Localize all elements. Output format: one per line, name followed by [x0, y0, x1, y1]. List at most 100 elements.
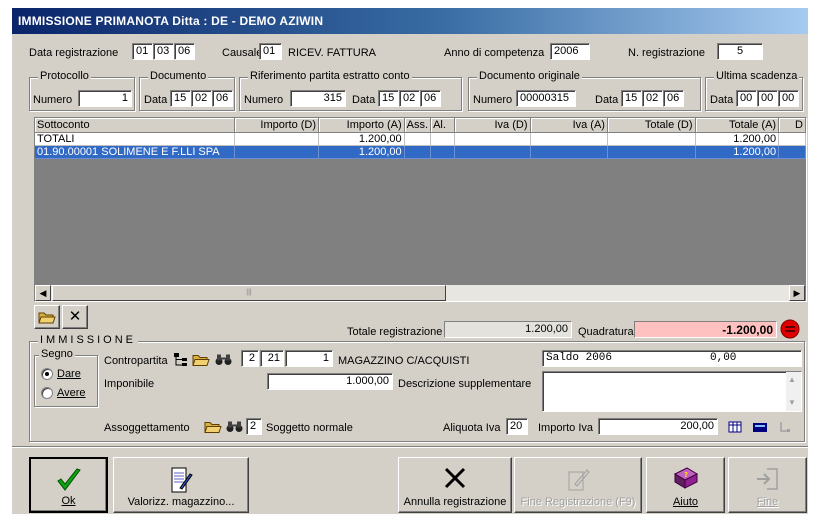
riferimento-group: Riferimento partita estratto conto Numer… [239, 70, 462, 111]
imponibile-field[interactable]: 1.000,00 [267, 373, 393, 390]
grid-column-header[interactable]: Ass. [404, 118, 432, 133]
grid-column-header[interactable]: Al. [430, 118, 455, 133]
originale-day-field[interactable]: 15 [621, 90, 642, 107]
grid-column-header[interactable]: Totale (D) [607, 118, 696, 133]
riferimento-month-field[interactable]: 02 [399, 90, 420, 107]
scroll-left-button[interactable]: ◀ [35, 285, 51, 301]
registration-grid[interactable]: Sottoconto Importo (D) Importo (A) Ass. Al. I… [34, 117, 807, 302]
ok-button[interactable]: Ok [29, 457, 108, 513]
grid-column-header[interactable]: Importo (A) [318, 118, 405, 133]
table-cell[interactable]: 1.200,00 [695, 132, 780, 146]
checkmark-icon [56, 468, 81, 491]
table-cell[interactable] [234, 132, 320, 146]
table-cell[interactable]: 1.200,00 [695, 145, 780, 159]
contropartita-binoculars-icon[interactable] [215, 352, 232, 367]
annulla-registrazione-button[interactable]: Annulla registrazione [398, 457, 512, 513]
table-cell[interactable] [530, 132, 608, 146]
table-cell[interactable] [778, 132, 806, 146]
riferimento-numero-field[interactable]: 315 [290, 90, 346, 107]
data-reg-year-field[interactable]: 06 [174, 43, 195, 60]
originale-year-field[interactable]: 06 [663, 90, 684, 107]
originale-numero-field[interactable]: 00000315 [516, 90, 576, 107]
anno-competenza-field[interactable]: 2006 [550, 43, 590, 60]
contropartita-description: MAGAZZINO C/ACQUISTI [338, 355, 470, 367]
table-cell[interactable] [454, 145, 531, 159]
tree-icon[interactable] [173, 352, 189, 368]
grid-column-header[interactable]: Iva (A) [530, 118, 608, 133]
dare-radio[interactable] [41, 368, 53, 380]
table-cell[interactable] [607, 132, 696, 146]
table-row[interactable]: 01.90.00001 SOLIMENE E F.LLI SPA 1.200,00… [35, 145, 806, 159]
scadenza-year-field[interactable]: 00 [778, 90, 799, 107]
grid-column-header[interactable]: Sottoconto [35, 118, 236, 133]
table-cell[interactable] [234, 145, 320, 159]
table-cell[interactable]: 1.200,00 [318, 132, 405, 146]
table-cell[interactable] [778, 145, 806, 159]
calculator-icon[interactable] [752, 421, 768, 433]
documento-year-field[interactable]: 06 [212, 90, 233, 107]
descrizione-supplementare-textarea[interactable]: ▲ ▼ [542, 371, 802, 412]
table-cell[interactable]: 1.200,00 [318, 145, 405, 159]
table-cell[interactable] [530, 145, 608, 159]
data-reg-month-field[interactable]: 03 [153, 43, 174, 60]
title-bar[interactable]: IMMISSIONE PRIMANOTA Ditta : DE - DEMO A… [12, 8, 808, 34]
grid-column-header[interactable]: D [778, 118, 806, 133]
documento-month-field[interactable]: 02 [191, 90, 212, 107]
saldo-value: 0,00 [710, 352, 737, 364]
causale-description: RICEV. FATTURA [288, 47, 377, 59]
documento-title: Documento [148, 70, 209, 82]
causale-code-field[interactable]: 01 [259, 43, 282, 60]
n-registrazione-field[interactable]: 5 [717, 43, 763, 60]
table-cell[interactable]: TOTALI [35, 132, 236, 146]
contropartita-sottoconto-field[interactable]: 1 [285, 350, 333, 367]
table-cell[interactable] [430, 132, 455, 146]
valorizz-magazzino-button[interactable]: Valorizz. magazzino... [113, 457, 249, 513]
originale-month-field[interactable]: 02 [642, 90, 663, 107]
grid-column-header[interactable]: Totale (A) [695, 118, 780, 133]
fine-button[interactable]: Fine [728, 457, 807, 513]
contropartita-folder-icon[interactable] [192, 352, 210, 367]
anno-competenza-label: Anno di competenza [444, 47, 545, 59]
dare-label[interactable]: Dare [57, 368, 81, 380]
riferimento-day-field[interactable]: 15 [378, 90, 399, 107]
grid-column-header[interactable]: Iva (D) [454, 118, 531, 133]
scadenza-month-field[interactable]: 00 [757, 90, 778, 107]
contropartita-mastro-field[interactable]: 2 [241, 350, 259, 367]
grid-table[interactable]: Sottoconto Importo (D) Importo (A) Ass. Al. I… [35, 118, 806, 159]
table-cell[interactable]: 01.90.00001 SOLIMENE E F.LLI SPA [35, 145, 236, 159]
contropartita-conto-field[interactable]: 21 [260, 350, 284, 367]
totale-registrazione-field: 1.200,00 [444, 321, 572, 338]
grid-column-header[interactable]: Importo (D) [234, 118, 320, 133]
documento-originale-group: Documento originale Numero 00000315 Data… [468, 70, 701, 111]
table-cell[interactable] [430, 145, 455, 159]
documento-day-field[interactable]: 15 [170, 90, 191, 107]
aiuto-button[interactable]: ? Aiuto [646, 457, 725, 513]
scroll-right-button[interactable]: ▶ [789, 285, 805, 301]
scadenza-day-field[interactable]: 00 [736, 90, 757, 107]
importo-iva-field[interactable]: 200,00 [598, 418, 718, 435]
table-cell[interactable] [454, 132, 531, 146]
open-folder-button[interactable] [34, 305, 60, 329]
scadenza-data-label: Data [710, 94, 734, 106]
avere-label[interactable]: Avere [57, 387, 86, 399]
table-row[interactable]: TOTALI 1.200,00 1.200,00 [35, 132, 806, 146]
assoggettamento-folder-icon[interactable] [204, 419, 222, 434]
data-reg-day-field[interactable]: 01 [132, 43, 153, 60]
table-cell[interactable] [607, 145, 696, 159]
scroll-down-icon[interactable]: ▼ [788, 398, 796, 407]
descrizione-vertical-scrollbar[interactable]: ▲ ▼ [786, 372, 801, 411]
assoggettamento-code-field[interactable]: 2 [246, 418, 262, 435]
scroll-up-icon[interactable]: ▲ [788, 375, 796, 384]
scroll-thumb[interactable]: ||| [52, 285, 446, 301]
table-cell[interactable] [404, 132, 432, 146]
riferimento-year-field[interactable]: 06 [420, 90, 441, 107]
table-icon[interactable] [728, 421, 742, 433]
table-cell[interactable] [404, 145, 432, 159]
assoggettamento-binoculars-icon[interactable] [226, 419, 243, 434]
aliquota-iva-field[interactable]: 20 [506, 418, 528, 435]
grid-horizontal-scrollbar[interactable]: ◀ ||| ▶ [35, 285, 805, 301]
avere-radio[interactable] [41, 387, 53, 399]
protocollo-numero-field[interactable]: 1 [78, 90, 132, 107]
delete-row-button[interactable]: ✕ [62, 305, 88, 329]
fine-registrazione-button[interactable]: Fine Registrazione (F9) [514, 457, 642, 513]
